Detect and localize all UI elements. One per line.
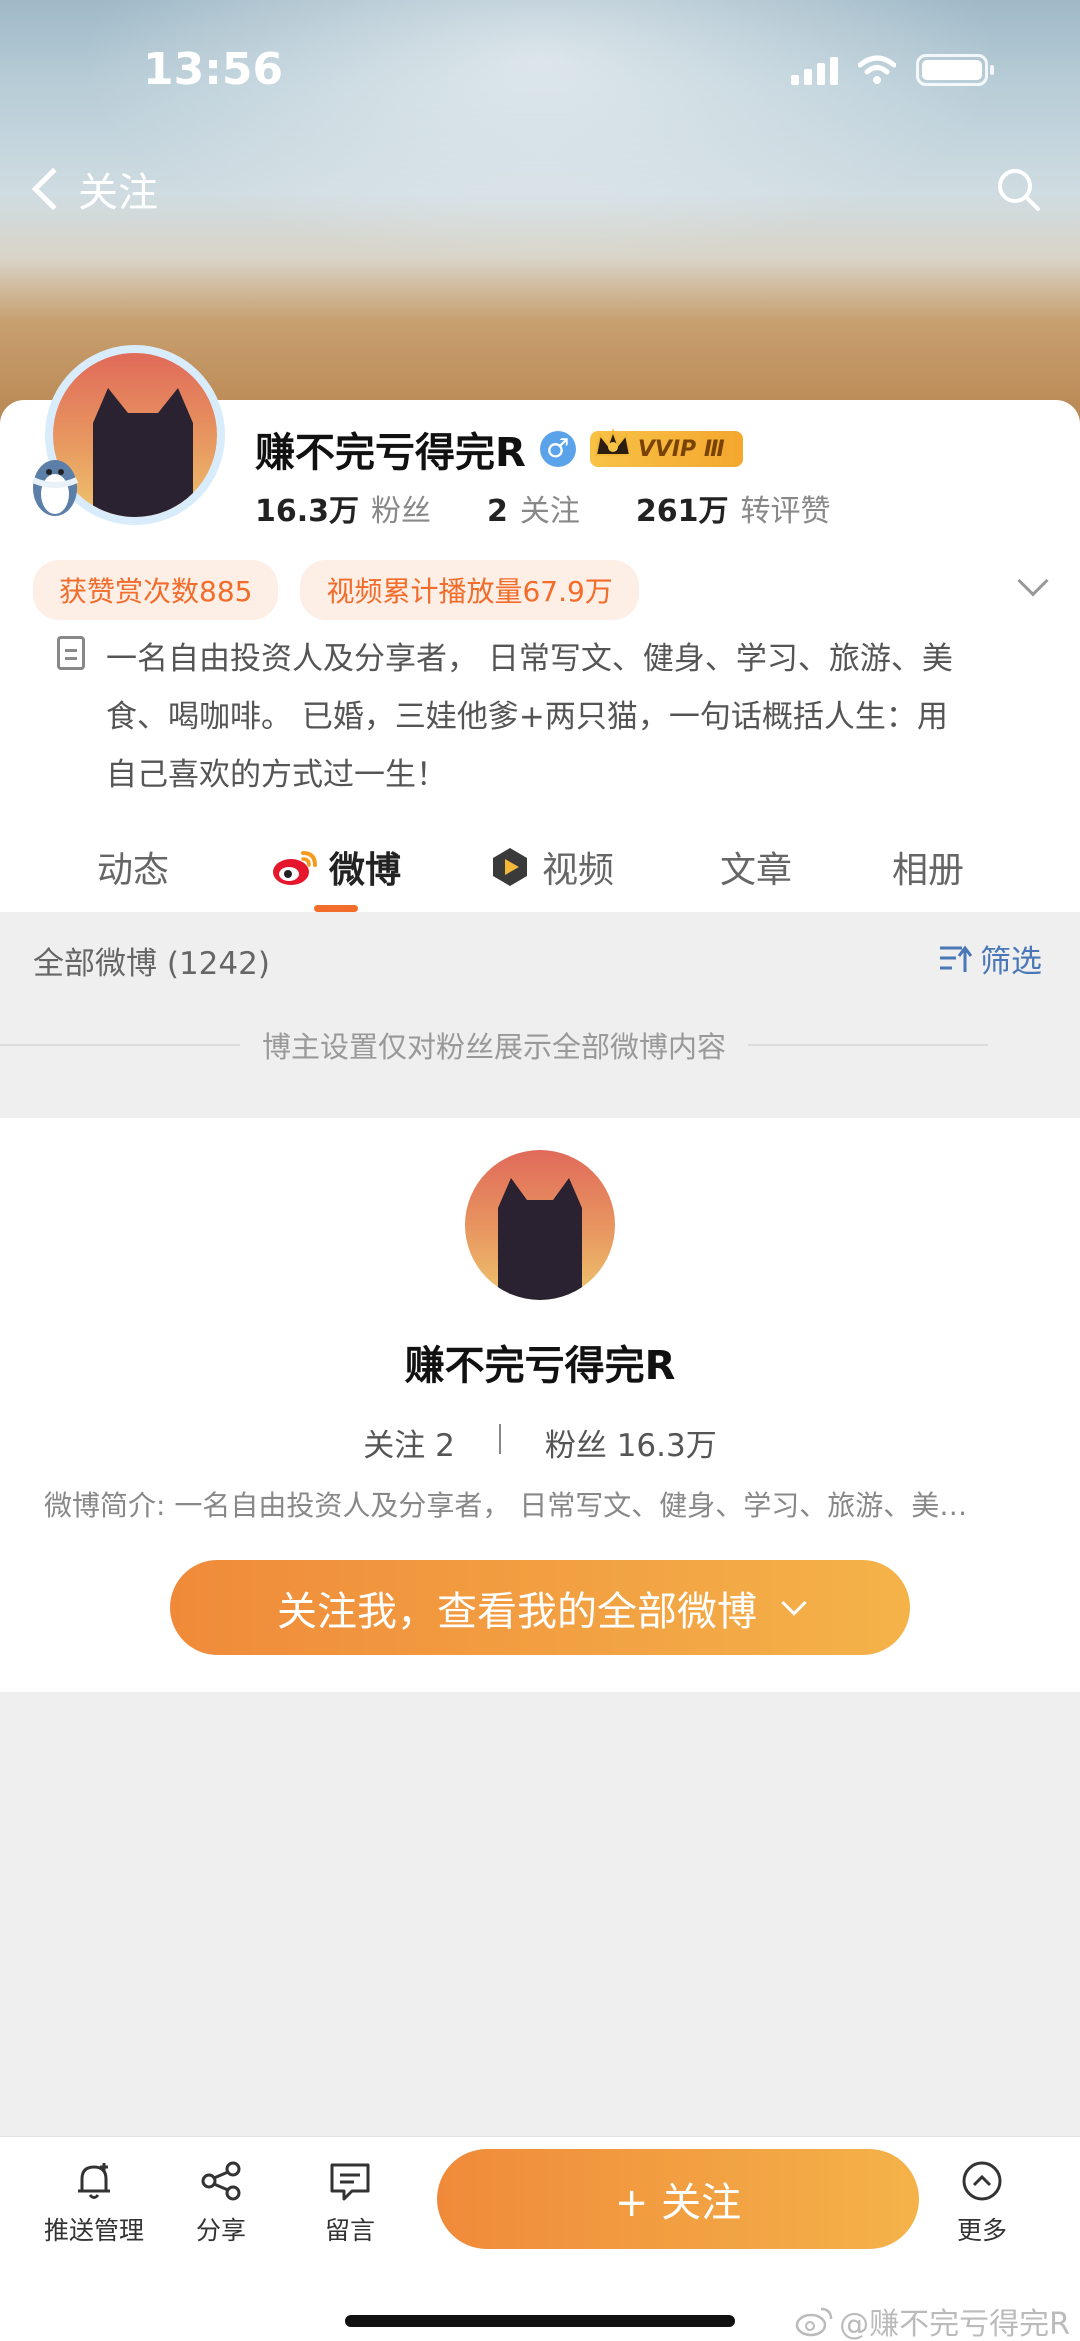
avatar[interactable] (465, 1150, 615, 1300)
battery-icon (916, 54, 994, 86)
status-time: 13:56 (143, 44, 284, 95)
status-bar: 13:56 (0, 44, 1080, 104)
tab-label: 相册 (891, 850, 964, 891)
profile-name: 赚不完亏得完R (255, 430, 526, 476)
search-icon[interactable] (994, 165, 1042, 213)
card-following[interactable]: 关注 2 (363, 1420, 455, 1465)
tab-label: 视频 (541, 850, 614, 891)
profile-stats: 16.3万 粉丝 2 关注 261万 转评赞 (255, 486, 887, 530)
watermark-text: @赚不完亏得完R (839, 2307, 1070, 2341)
share-label: 分享 (196, 2216, 247, 2245)
follow-button[interactable]: + 关注 (437, 2149, 919, 2249)
chevron-left-icon (31, 167, 75, 211)
back-label: 关注 (78, 170, 158, 216)
share-button[interactable]: 分享 (196, 2157, 246, 2247)
back-button[interactable]: 关注 (28, 160, 158, 218)
bio-line: 一名自由投资人及分享者， 日常写文、健身、学习、旅游、美 (106, 641, 953, 677)
cta-label: 关注我，查看我的全部微博 (277, 1588, 757, 1635)
bottom-action-bar: 推送管理 分享 留言 + 关注 更多 @赚不完亏得完R (0, 2136, 1080, 2341)
share-icon (201, 2161, 241, 2201)
fans-stat[interactable]: 16.3万 粉丝 (255, 486, 431, 530)
document-icon (57, 636, 85, 670)
bio-text: 一名自由投资人及分享者， 日常写文、健身、学习、旅游、美 食、喝咖啡。 已婚，三… (106, 630, 1013, 804)
fans-label: 粉丝 (371, 494, 432, 529)
divider (748, 1044, 989, 1046)
tab-album[interactable]: 相册 (816, 822, 1040, 912)
vvip-badge[interactable]: VVIP Ⅲ (589, 428, 743, 467)
following-stat[interactable]: 2 关注 (487, 486, 580, 530)
reward-count-tag[interactable]: 获赞赏次数885 (33, 560, 279, 620)
vvip-label: VVIP Ⅲ (637, 436, 725, 462)
likes-label: 转评赞 (740, 494, 831, 529)
profile-page: 13:56 关注 赚不完亏得完R ♂ VVIP Ⅲ 16.3万 粉丝 2 关注 … (0, 0, 1080, 2341)
home-indicator (345, 2315, 735, 2327)
follow-view-all-button[interactable]: 关注我，查看我的全部微博 (170, 1560, 910, 1655)
message-button[interactable]: 留言 (325, 2157, 375, 2247)
more-label: 更多 (957, 2216, 1008, 2245)
tab-dynamic[interactable]: 动态 (0, 822, 266, 912)
more-button[interactable]: 更多 (957, 2157, 1007, 2247)
divider (0, 1044, 240, 1046)
weibo-count: 全部微博 (1242) (33, 946, 270, 982)
card-name: 赚不完亏得完R (404, 1343, 676, 1389)
push-label: 推送管理 (44, 2216, 145, 2245)
weibo-logo-icon (272, 851, 317, 885)
tab-label: 微博 (328, 850, 401, 891)
watermark: @赚不完亏得完R (795, 2299, 1070, 2341)
following-count: 2 (487, 494, 508, 529)
fans-only-notice: 博主设置仅对粉丝展示全部微博内容 (0, 1024, 1080, 1066)
profile-bio: 一名自由投资人及分享者， 日常写文、健身、学习、旅游、美 食、喝咖啡。 已婚，三… (53, 630, 1013, 804)
bell-icon (78, 2163, 110, 2199)
divider (498, 1424, 501, 1454)
status-icons (791, 54, 994, 86)
tab-label: 文章 (719, 850, 792, 891)
wifi-icon (858, 55, 896, 84)
profile-tabs: 动态 微博 视频 文章 相册 (0, 822, 1080, 912)
fans-count: 16.3万 (255, 494, 360, 529)
tab-weibo[interactable]: 微博 (266, 822, 406, 912)
push-management-button[interactable]: 推送管理 (44, 2157, 144, 2247)
likes-count: 261万 (635, 494, 729, 529)
card-fans[interactable]: 粉丝 16.3万 (545, 1420, 717, 1465)
filter-icon (940, 945, 972, 972)
likes-stat[interactable]: 261万 转评赞 (636, 486, 831, 530)
profile-avatar-frame[interactable] (25, 330, 230, 530)
profile-name-row: 赚不完亏得完R ♂ VVIP Ⅲ (255, 420, 743, 478)
profile-tags: 获赞赏次数885 视频累计播放量67.9万 (33, 560, 639, 620)
message-icon (330, 2163, 370, 2201)
message-label: 留言 (325, 2216, 376, 2245)
filter-label: 筛选 (980, 944, 1042, 980)
filter-button[interactable]: 筛选 (938, 936, 1042, 981)
notice-text: 博主设置仅对粉丝展示全部微博内容 (262, 1030, 727, 1064)
feed-header: 全部微博 (1242) 筛选 博主设置仅对粉丝展示全部微博内容 (0, 912, 1080, 1118)
video-tab-icon (492, 848, 527, 886)
tab-articles[interactable]: 文章 (696, 822, 816, 912)
gender-male-icon: ♂ (539, 431, 576, 467)
bio-line: 自己喜欢的方式过一生！ (106, 757, 447, 793)
active-tab-indicator (314, 905, 358, 912)
following-label: 关注 (519, 494, 580, 529)
card-stats: 关注 2 粉丝 16.3万 (0, 1420, 1080, 1465)
penguin-decoration-icon (31, 460, 79, 516)
weibo-watermark-icon (795, 2307, 833, 2337)
tab-video[interactable]: 视频 (406, 822, 696, 912)
chevron-down-icon (781, 1589, 807, 1616)
bio-line: 食、喝咖啡。 已婚，三娃他爹+两只猫，一句话概括人生：用 (106, 699, 948, 735)
signal-icon (791, 55, 838, 85)
chevron-up-circle-icon (962, 2161, 1002, 2201)
card-intro: 微博简介: 一名自由投资人及分享者， 日常写文、健身、学习、旅游、美… (44, 1489, 968, 1522)
tab-label: 动态 (96, 850, 169, 891)
follow-to-view-card: 赚不完亏得完R 关注 2 粉丝 16.3万 微博简介: 一名自由投资人及分享者，… (0, 1118, 1080, 1692)
crown-icon (594, 428, 632, 456)
video-plays-tag[interactable]: 视频累计播放量67.9万 (300, 560, 639, 620)
